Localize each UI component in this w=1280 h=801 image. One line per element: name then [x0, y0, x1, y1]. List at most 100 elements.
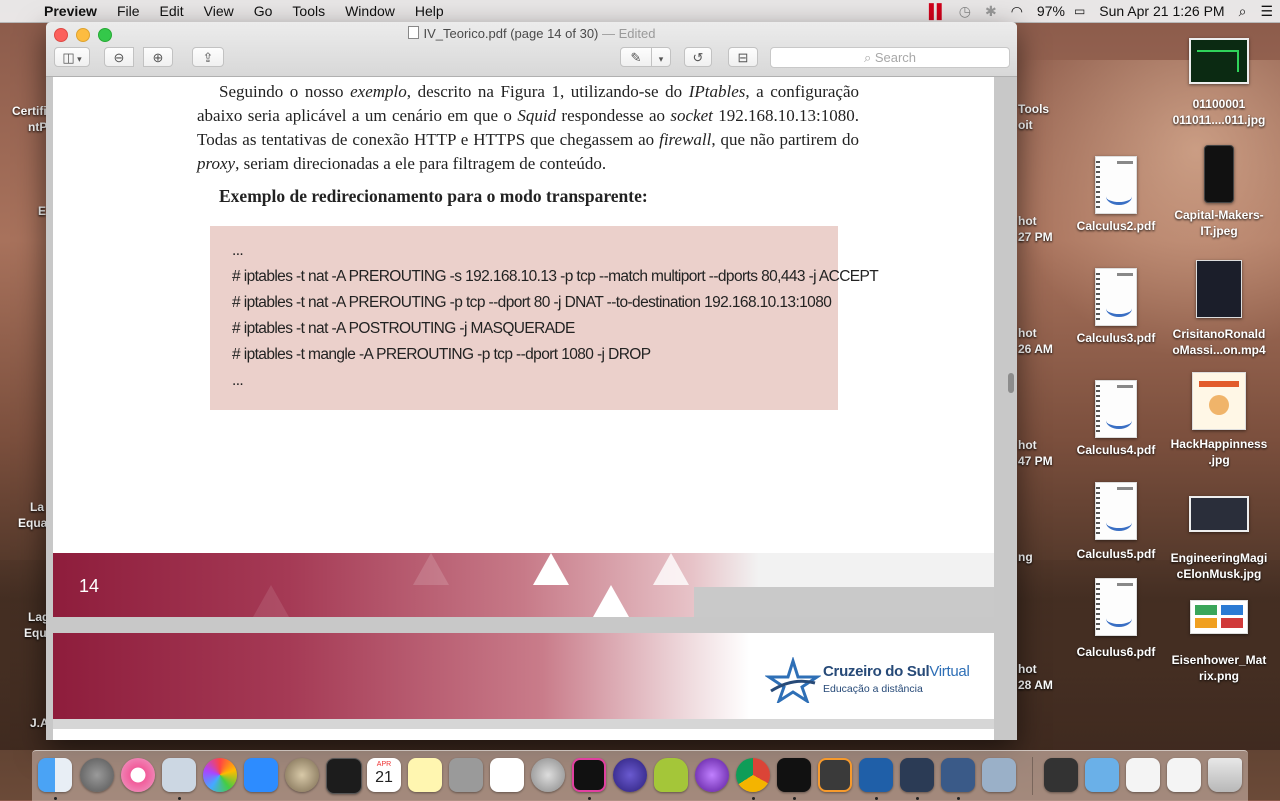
system-preferences-icon[interactable] [80, 758, 114, 792]
zoom-out-button[interactable]: ⊖ [104, 47, 134, 67]
window-titlebar[interactable]: IV_Teorico.pdf (page 14 of 30) — Edited … [46, 22, 1017, 77]
launchpad-rocket-icon[interactable] [285, 758, 319, 792]
body-paragraph: Seguindo o nosso exemplo, descrito na Fi… [197, 80, 859, 176]
desktop-icon-calculus5[interactable]: Calculus5.pdf [1061, 482, 1171, 562]
markup-button[interactable]: ✎ [620, 47, 652, 67]
menu-go[interactable]: Go [244, 0, 283, 22]
window-title-text: IV_Teorico.pdf (page 14 of 30) [423, 26, 599, 41]
menu-help[interactable]: Help [405, 0, 454, 22]
desktop-icon-engineering-magic[interactable]: EngineeringMagi cElonMusk.jpg [1164, 496, 1274, 582]
vertical-scrollbar-thumb[interactable] [1008, 373, 1014, 393]
desktop-icon-hackhappiness[interactable]: HackHappinness .jpg [1164, 372, 1274, 468]
menu-file[interactable]: File [107, 0, 150, 22]
search-field[interactable]: ⌕ Search [770, 47, 1010, 68]
clock[interactable]: Sun Apr 21 1:26 PM [1092, 0, 1231, 22]
logo-brand-main: Cruzeiro do Sul [823, 663, 930, 680]
battery-percent[interactable]: 97% [1030, 0, 1067, 22]
image-thumbnail-icon [1204, 145, 1234, 203]
printer-icon[interactable] [1044, 758, 1078, 792]
time-machine-icon[interactable]: ◷ [952, 0, 978, 22]
menu-view[interactable]: View [194, 0, 244, 22]
markup-toolbox-button[interactable]: ⊟ [728, 47, 758, 67]
intellij-icon[interactable] [572, 758, 606, 792]
menu-status-area: ▌▌ ◷ ✱ ◠ 97% ▭ Sun Apr 21 1:26 PM ⌕ ☰ [922, 0, 1280, 22]
downloads-stack-icon[interactable] [1167, 758, 1201, 792]
itunes-icon[interactable] [121, 758, 155, 792]
wifi-icon[interactable]: ◠ [1004, 0, 1030, 22]
window-title: IV_Teorico.pdf (page 14 of 30) — Edited [46, 26, 1017, 41]
rocket-app-icon[interactable] [531, 758, 565, 792]
rotate-button[interactable]: ↺ [684, 47, 712, 67]
markup-menu-button[interactable]: ▾ [651, 47, 671, 67]
share-icon: ⇪ [202, 50, 214, 65]
podcasts-icon[interactable] [695, 758, 729, 792]
trash-icon[interactable] [1208, 758, 1242, 792]
battery-icon[interactable]: ▭ [1067, 0, 1092, 22]
calendar-day: 21 [375, 769, 393, 786]
desktop-icon-label: 01100001 011011....011.jpg [1172, 97, 1266, 127]
desktop-icon-label: EngineeringMagi cElonMusk.jpg [1170, 551, 1268, 581]
logo-tagline: Educação a distância [823, 683, 923, 695]
desktop-label-fragment: Certifi [12, 104, 47, 118]
zoom-in-icon: ⊕ [152, 50, 164, 65]
document-proxy-icon[interactable] [407, 26, 419, 39]
desktop-icon-calculus6[interactable]: Calculus6.pdf [1061, 578, 1171, 660]
calendar-month: APR [376, 761, 392, 768]
text-run: Seguindo o nosso [219, 82, 351, 101]
desktop-icon-capital-makers[interactable]: Capital-Makers- IT.jpeg [1164, 145, 1274, 239]
pdf-file-icon [1095, 268, 1137, 326]
menu-bar: Preview File Edit View Go Tools Window H… [0, 0, 1280, 23]
desktop-icon-eisenhower[interactable]: Eisenhower_Mat rix.png [1164, 600, 1274, 684]
photos-icon[interactable] [203, 758, 237, 792]
menu-tools[interactable]: Tools [282, 0, 335, 22]
zoom-app-icon[interactable] [244, 758, 278, 792]
applications-folder-icon[interactable] [1085, 758, 1119, 792]
desktop-label-fragment: Equ [24, 626, 47, 640]
zoom-in-button[interactable]: ⊕ [143, 47, 173, 67]
sublime-text-icon[interactable] [818, 758, 852, 792]
calendar-icon[interactable]: APR 21 [367, 758, 401, 792]
desktop-icon-calculus2[interactable]: Calculus2.pdf [1061, 156, 1171, 234]
spotlight-search-icon[interactable]: ⌕ [1232, 0, 1254, 22]
desktop-label-fragment: hot [1018, 662, 1037, 676]
calculator-icon[interactable] [449, 758, 483, 792]
page-number: 14 [79, 576, 100, 596]
pause-status-icon[interactable]: ▌▌ [922, 0, 952, 22]
text-run-italic: socket [670, 106, 713, 125]
sidebar-icon: ◫ [62, 50, 75, 65]
notes-icon[interactable] [408, 758, 442, 792]
share-button[interactable]: ⇪ [192, 47, 224, 67]
menu-edit[interactable]: Edit [150, 0, 194, 22]
chrome-icon[interactable] [736, 758, 770, 792]
android-studio-icon[interactable] [654, 758, 688, 792]
bluetooth-icon[interactable]: ✱ [978, 0, 1004, 22]
screenshot-app-icon[interactable] [982, 758, 1016, 792]
code-line: # iptables -t mangle -A PREROUTING -p tc… [232, 346, 651, 363]
virtualbox-icon[interactable] [859, 758, 893, 792]
eclipse-icon[interactable] [613, 758, 647, 792]
finder-icon[interactable] [38, 758, 72, 792]
menu-window[interactable]: Window [335, 0, 405, 22]
desktop-icon-label: Eisenhower_Mat rix.png [1171, 653, 1267, 683]
desktop-icon-calculus3[interactable]: Calculus3.pdf [1061, 268, 1171, 346]
sidebar-view-button[interactable]: ◫ ▾ [54, 47, 90, 67]
edited-indicator[interactable]: — Edited [602, 26, 655, 41]
pdf-file-icon [1095, 482, 1137, 540]
parallels-icon[interactable] [941, 758, 975, 792]
menu-app-name[interactable]: Preview [36, 0, 107, 22]
desktop-icon-cristiano-video[interactable]: CrisitanoRonald oMassi...on.mp4 [1164, 260, 1274, 358]
search-placeholder: Search [874, 50, 917, 65]
desktop-icon-calculus4[interactable]: Calculus4.pdf [1061, 380, 1171, 458]
document-view[interactable]: Seguindo o nosso exemplo, descrito na Fi… [46, 77, 1017, 740]
preview-app-icon[interactable] [162, 758, 196, 792]
desktop-icon-label: Calculus6.pdf [1076, 645, 1156, 659]
reminders-icon[interactable] [490, 758, 524, 792]
notification-center-icon[interactable]: ☰ [1253, 0, 1280, 22]
vm-window-icon[interactable] [900, 758, 934, 792]
activity-monitor-icon[interactable] [326, 758, 362, 794]
documents-stack-icon[interactable] [1126, 758, 1160, 792]
code-line: ... [232, 372, 244, 389]
desktop-icon-label: Calculus2.pdf [1076, 219, 1156, 233]
terminal-icon[interactable] [777, 758, 811, 792]
desktop-icon-binary-jpg[interactable]: 01100001 011011....011.jpg [1164, 38, 1274, 128]
